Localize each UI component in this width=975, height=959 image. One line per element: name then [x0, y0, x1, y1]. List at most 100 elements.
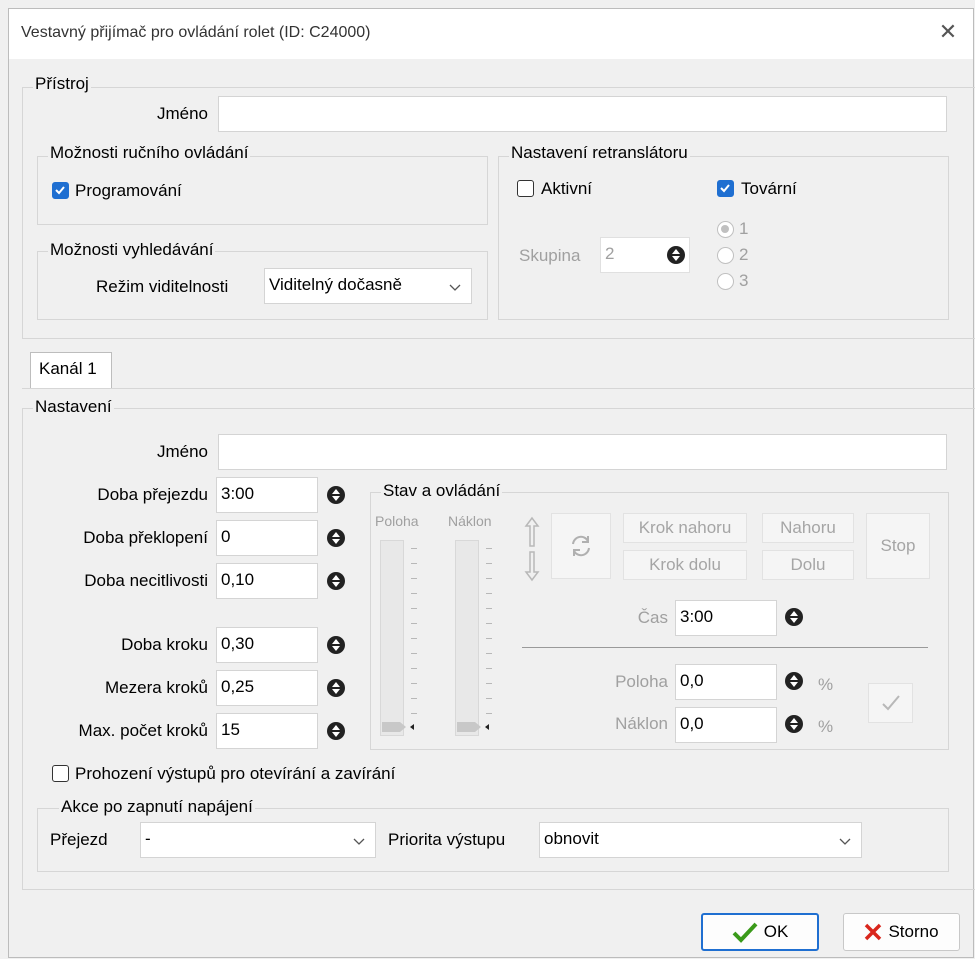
slider-tick: [411, 683, 417, 684]
tilt-unit: %: [818, 717, 834, 736]
time-input[interactable]: 3:00: [675, 600, 777, 636]
spin-updown-icon[interactable]: [326, 635, 346, 655]
poweron-travel-label: Přejezd: [50, 830, 108, 849]
poweron-priority-label: Priorita výstupu: [388, 830, 506, 849]
check-icon: [55, 186, 65, 195]
tilt-label: Náklon: [615, 714, 668, 733]
step-gap-input[interactable]: 0,25: [216, 670, 318, 706]
slider-tick: [411, 608, 417, 609]
settings-name-label: Jméno: [156, 442, 208, 461]
position-slider-thumb[interactable]: [380, 720, 420, 734]
spin-updown-icon[interactable]: [326, 678, 346, 698]
slider-tick: [486, 668, 492, 669]
slider-tick: [486, 563, 492, 564]
slider-tick: [486, 623, 492, 624]
slider-tick: [411, 548, 417, 549]
tab-divider: [22, 388, 975, 389]
down-button[interactable]: Dolu: [762, 550, 854, 580]
visibility-mode-label: Režim viditelnosti: [96, 277, 229, 296]
manual-control-group-label: Možnosti ručního ovládání: [48, 143, 251, 163]
step-up-button[interactable]: Krok nahoru: [623, 513, 747, 543]
sync-button[interactable]: [551, 513, 611, 579]
step-down-button[interactable]: Krok dolu: [623, 550, 747, 580]
poweron-priority-value: obnovit: [544, 829, 599, 848]
step-time-input[interactable]: 0,30: [216, 627, 318, 663]
device-group-label: Přístroj: [33, 74, 91, 94]
position-slider-label: Poloha: [375, 513, 419, 529]
control-separator: [522, 647, 928, 648]
slider-tick: [411, 653, 417, 654]
slider-tick: [486, 548, 492, 549]
insensitivity-input[interactable]: 0,10: [216, 563, 318, 599]
programming-checkbox[interactable]: [52, 182, 69, 199]
repeater-radio-3[interactable]: [717, 273, 734, 290]
slider-tick: [486, 593, 492, 594]
spin-updown-icon[interactable]: [326, 721, 346, 741]
slider-tick: [411, 668, 417, 669]
position-slider[interactable]: [380, 540, 404, 736]
tilt-value: 0,0: [680, 714, 704, 733]
ok-button[interactable]: OK: [701, 913, 819, 951]
travel-time-input[interactable]: 3:00: [216, 477, 318, 513]
device-name-input[interactable]: [218, 96, 947, 132]
ok-label: OK: [763, 922, 789, 941]
repeater-radio-label-1: 1: [739, 219, 749, 238]
position-value: 0,0: [680, 671, 704, 690]
slider-tick: [486, 638, 492, 639]
poweron-travel-value: -: [145, 829, 151, 848]
up-down-arrows-icon: [524, 516, 540, 582]
spin-updown-icon[interactable]: [784, 714, 804, 734]
spin-updown-icon[interactable]: [326, 528, 346, 548]
swap-outputs-checkbox[interactable]: [52, 765, 69, 782]
checkmark-icon: [881, 695, 900, 711]
slider-tick: [486, 698, 492, 699]
visibility-mode-value: Viditelný dočasně: [269, 275, 402, 294]
slider-tick: [411, 623, 417, 624]
search-options-group-label: Možnosti vyhledávání: [48, 240, 216, 260]
check-icon: [720, 184, 730, 193]
repeater-active-checkbox[interactable]: [517, 180, 534, 197]
spin-updown-icon[interactable]: [666, 245, 686, 265]
chevron-down-icon: [449, 284, 461, 291]
up-button[interactable]: Nahoru: [762, 513, 854, 543]
spin-updown-icon[interactable]: [326, 485, 346, 505]
repeater-group-field-value: 2: [605, 244, 615, 263]
apply-button[interactable]: [868, 683, 913, 723]
programming-label: Programování: [75, 181, 182, 200]
close-button[interactable]: ✕: [933, 17, 963, 47]
spin-updown-icon[interactable]: [784, 671, 804, 691]
tilt-slider-thumb[interactable]: [455, 720, 495, 734]
tab-channel-1[interactable]: Kanál 1: [30, 352, 112, 389]
slider-tick: [486, 608, 492, 609]
repeater-radio-label-2: 2: [739, 245, 749, 264]
spin-updown-icon[interactable]: [784, 607, 804, 627]
tilt-input[interactable]: 0,0: [675, 707, 777, 743]
tilt-time-input[interactable]: 0: [216, 520, 318, 556]
repeater-radio-2[interactable]: [717, 247, 734, 264]
slider-tick: [411, 578, 417, 579]
poweron-priority-select[interactable]: obnovit: [539, 822, 862, 858]
slider-tick: [486, 578, 492, 579]
tilt-time-label: Doba překlopení: [83, 528, 208, 547]
slider-tick: [411, 638, 417, 639]
poweron-group-label: Akce po zapnutí napájení: [59, 797, 255, 817]
time-value: 3:00: [680, 607, 714, 626]
spin-updown-icon[interactable]: [326, 571, 346, 591]
poweron-travel-select[interactable]: -: [140, 822, 376, 858]
repeater-factory-checkbox[interactable]: [717, 180, 734, 197]
visibility-mode-select[interactable]: Viditelný dočasně: [264, 268, 472, 304]
position-input[interactable]: 0,0: [675, 664, 777, 700]
stop-button[interactable]: Stop: [866, 513, 930, 579]
tilt-slider[interactable]: [455, 540, 479, 736]
ok-check-icon: [732, 922, 758, 943]
slider-tick: [411, 698, 417, 699]
repeater-radio-1[interactable]: [717, 221, 734, 238]
swap-outputs-label: Prohození výstupů pro otevírání a zavírá…: [75, 764, 396, 783]
max-steps-input[interactable]: 15: [216, 713, 318, 749]
position-label: Poloha: [615, 672, 668, 691]
cancel-label: Storno: [888, 922, 939, 941]
settings-name-input[interactable]: [218, 434, 947, 470]
slider-tick: [411, 563, 417, 564]
cancel-button[interactable]: Storno: [843, 913, 960, 951]
time-label: Čas: [637, 608, 668, 627]
